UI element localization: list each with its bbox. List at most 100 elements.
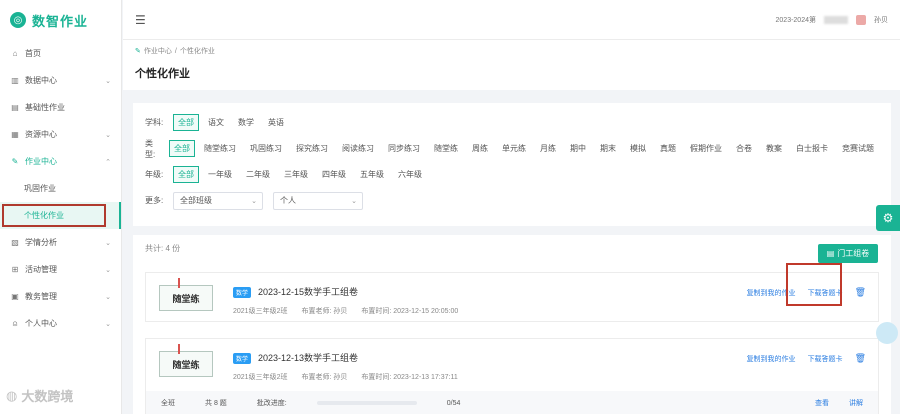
sidebar-item-learning-analysis[interactable]: ▧ 学情分析 ⌄ — [0, 229, 121, 256]
home-icon: ⌂ — [12, 49, 18, 58]
grading-stats: 全班 共 8 题 批改进度: 0/54 查看 讲解 — [146, 391, 878, 414]
homework-cover: 随堂练 — [159, 344, 213, 377]
filter-chip[interactable]: 真题 — [655, 140, 681, 157]
filter-chip[interactable]: 合卷 — [731, 140, 757, 157]
file-icon: ▤ — [826, 249, 835, 258]
class-select[interactable]: 全部班级 ⌄ — [173, 191, 263, 210]
filter-row-type: 类型: 全部 随堂练习 巩固练习 探究练习 阅读练习 同步练习 随堂练 周练 单元练 月练 期中 期末… — [145, 138, 879, 159]
trash-icon[interactable]: 🗑 — [855, 353, 866, 364]
breadcrumb-separator: / — [174, 47, 177, 55]
sidebar-item-personalized-homework[interactable]: 个性化作业 — [0, 202, 121, 229]
results-count: 共计: 4 份 — [145, 244, 181, 253]
sidebar-item-homework-center[interactable]: ✎ 作业中心 ⌃ — [0, 148, 121, 175]
sidebar-item-data-center[interactable]: ▥ 数据中心 ⌄ — [0, 67, 121, 94]
generate-paper-label: 门工组卷 — [837, 249, 870, 258]
sidebar-item-label: 作业中心 — [25, 157, 57, 166]
scope-label: 全班 — [161, 400, 175, 407]
page-header: ✎ 作业中心 / 个性化作业 个性化作业 — [123, 40, 900, 90]
homework-card: 随堂练 数学 2023-12-15数学手工组卷 2021级三年级2班 布置老师:… — [145, 263, 879, 322]
chevron-down-icon: ⌄ — [105, 266, 111, 274]
filter-chip[interactable]: 全部 — [169, 140, 195, 157]
filter-chip[interactable]: 英语 — [263, 114, 289, 131]
filter-row-grade: 年级: 全部 一年级 二年级 三年级 四年级 五年级 六年级 — [145, 165, 879, 184]
sidebar-item-label: 资源中心 — [25, 130, 57, 139]
view-link[interactable]: 查看 — [815, 398, 829, 408]
filter-chip[interactable]: 随堂练习 — [199, 140, 241, 157]
filter-chip[interactable]: 单元练 — [497, 140, 531, 157]
filter-chip[interactable]: 月练 — [535, 140, 561, 157]
sidebar-item-label: 基础性作业 — [25, 103, 65, 112]
floating-assistant-icon[interactable] — [876, 322, 898, 344]
filter-chip[interactable]: 全部 — [173, 114, 199, 131]
filter-chip[interactable]: 四年级 — [317, 166, 351, 183]
sidebar-item-home[interactable]: ⌂ 首页 — [0, 40, 121, 67]
filter-chip[interactable]: 巩固练习 — [245, 140, 287, 157]
grading-progress-bar — [316, 401, 417, 405]
analysis-icon: ▧ — [11, 238, 19, 247]
filter-panel: 学科: 全部 语文 数学 英语 类型: 全部 随堂练习 巩固练习 探究练习 阅读练习 同步练习随… — [133, 103, 891, 226]
filter-chip[interactable]: 随堂练 — [429, 140, 463, 157]
settings-gear-icon[interactable]: ⚙ — [876, 205, 900, 231]
filter-label: 类型: — [145, 138, 156, 159]
avatar[interactable] — [856, 14, 866, 25]
breadcrumb: ✎ 作业中心 / 个性化作业 — [135, 46, 888, 56]
download-answer-sheet-link[interactable]: 下载答题卡 — [808, 354, 843, 364]
user-name[interactable]: 孙贝 — [874, 15, 888, 25]
filter-chip[interactable]: 期中 — [565, 140, 591, 157]
filter-chip[interactable]: 全部 — [173, 166, 199, 183]
results-panel: 共计: 4 份 ▤ 门工组卷 随堂练 数学 2023-12-15数学手工组卷 2… — [133, 235, 891, 414]
breadcrumb-parent[interactable]: 作业中心 — [144, 46, 172, 56]
filter-chip[interactable]: 假期作业 — [685, 140, 727, 157]
sidebar: ◎ 数智作业 ⌂ 首页 ▥ 数据中心 ⌄ ▤ 基础性作业 ▦ 资源中心 ⌄ ✎ 作业中心 ⌃ 巩… — [0, 0, 122, 414]
assign-time: 布置时间: 2023-12-13 17:37:11 — [361, 374, 458, 381]
sidebar-item-label: 巩固作业 — [24, 184, 56, 193]
class-name: 2021级三年级2班 — [233, 308, 288, 315]
copy-to-my-homework-link[interactable]: 复制到我的作业 — [747, 354, 796, 364]
filter-chip[interactable]: 数学 — [233, 114, 259, 131]
filter-chip[interactable]: 探究练习 — [291, 140, 333, 157]
watermark: ◍ 大数跨境 — [6, 386, 73, 405]
sidebar-item-consolidation-homework[interactable]: 巩固作业 — [0, 175, 121, 202]
filter-chip[interactable]: 期末 — [595, 140, 621, 157]
chevron-down-icon: ⌄ — [351, 197, 357, 205]
filter-chip[interactable]: 教案 — [761, 140, 787, 157]
edit-icon: ✎ — [135, 48, 141, 55]
sidebar-item-resource-center[interactable]: ▦ 资源中心 ⌄ — [0, 121, 121, 148]
filter-chip[interactable]: 语文 — [203, 114, 229, 131]
owner-select[interactable]: 个人 ⌄ — [273, 191, 363, 210]
sidebar-item-label: 首页 — [25, 49, 41, 58]
sidebar-item-academic-management[interactable]: ▣ 教务管理 ⌄ — [0, 283, 121, 310]
watermark-logo-icon: ◍ — [6, 387, 18, 403]
filter-chip[interactable]: 同步练习 — [383, 140, 425, 157]
filter-chip[interactable]: 一年级 — [203, 166, 237, 183]
sidebar-item-basic-homework[interactable]: ▤ 基础性作业 — [0, 94, 121, 121]
homework-title[interactable]: 2023-12-13数学手工组卷 — [258, 351, 358, 364]
filter-chip[interactable]: 周练 — [467, 140, 493, 157]
edit-icon: ✎ — [11, 157, 19, 166]
filter-chip[interactable]: 五年级 — [355, 166, 389, 183]
filter-chip[interactable]: 阅读练习 — [337, 140, 379, 157]
trash-icon[interactable]: 🗑 — [855, 287, 866, 298]
filter-chip[interactable]: 六年级 — [393, 166, 427, 183]
filter-chip[interactable]: 白士报卡 — [791, 140, 833, 157]
generate-paper-button[interactable]: ▤ 门工组卷 — [818, 244, 878, 263]
sidebar-item-label: 个人中心 — [25, 319, 57, 328]
teacher-name: 布置老师: 孙贝 — [301, 374, 348, 381]
highlight-box — [2, 204, 106, 227]
watermark-text: 大数跨境 — [21, 389, 74, 404]
filter-chip[interactable]: 竞赛试题 — [837, 140, 879, 157]
homework-title[interactable]: 2023-12-15数学手工组卷 — [258, 285, 358, 298]
sidebar-item-label: 教务管理 — [25, 292, 57, 301]
filter-chip[interactable]: 三年级 — [279, 166, 313, 183]
sidebar-item-personal-center[interactable]: ⍝ 个人中心 ⌄ — [0, 310, 121, 337]
sidebar-item-activity-management[interactable]: ⊞ 活动管理 ⌄ — [0, 256, 121, 283]
chevron-down-icon: ⌄ — [251, 197, 257, 205]
filter-chip[interactable]: 二年级 — [241, 166, 275, 183]
doc-icon: ▤ — [11, 103, 19, 112]
filter-label: 学科: — [145, 118, 164, 127]
explain-link[interactable]: 讲解 — [849, 398, 863, 408]
chevron-down-icon: ⌄ — [105, 320, 111, 328]
menu-collapse-icon[interactable]: ☰ — [135, 13, 146, 27]
filter-chip[interactable]: 模拟 — [625, 140, 651, 157]
filter-label: 更多: — [145, 196, 164, 205]
